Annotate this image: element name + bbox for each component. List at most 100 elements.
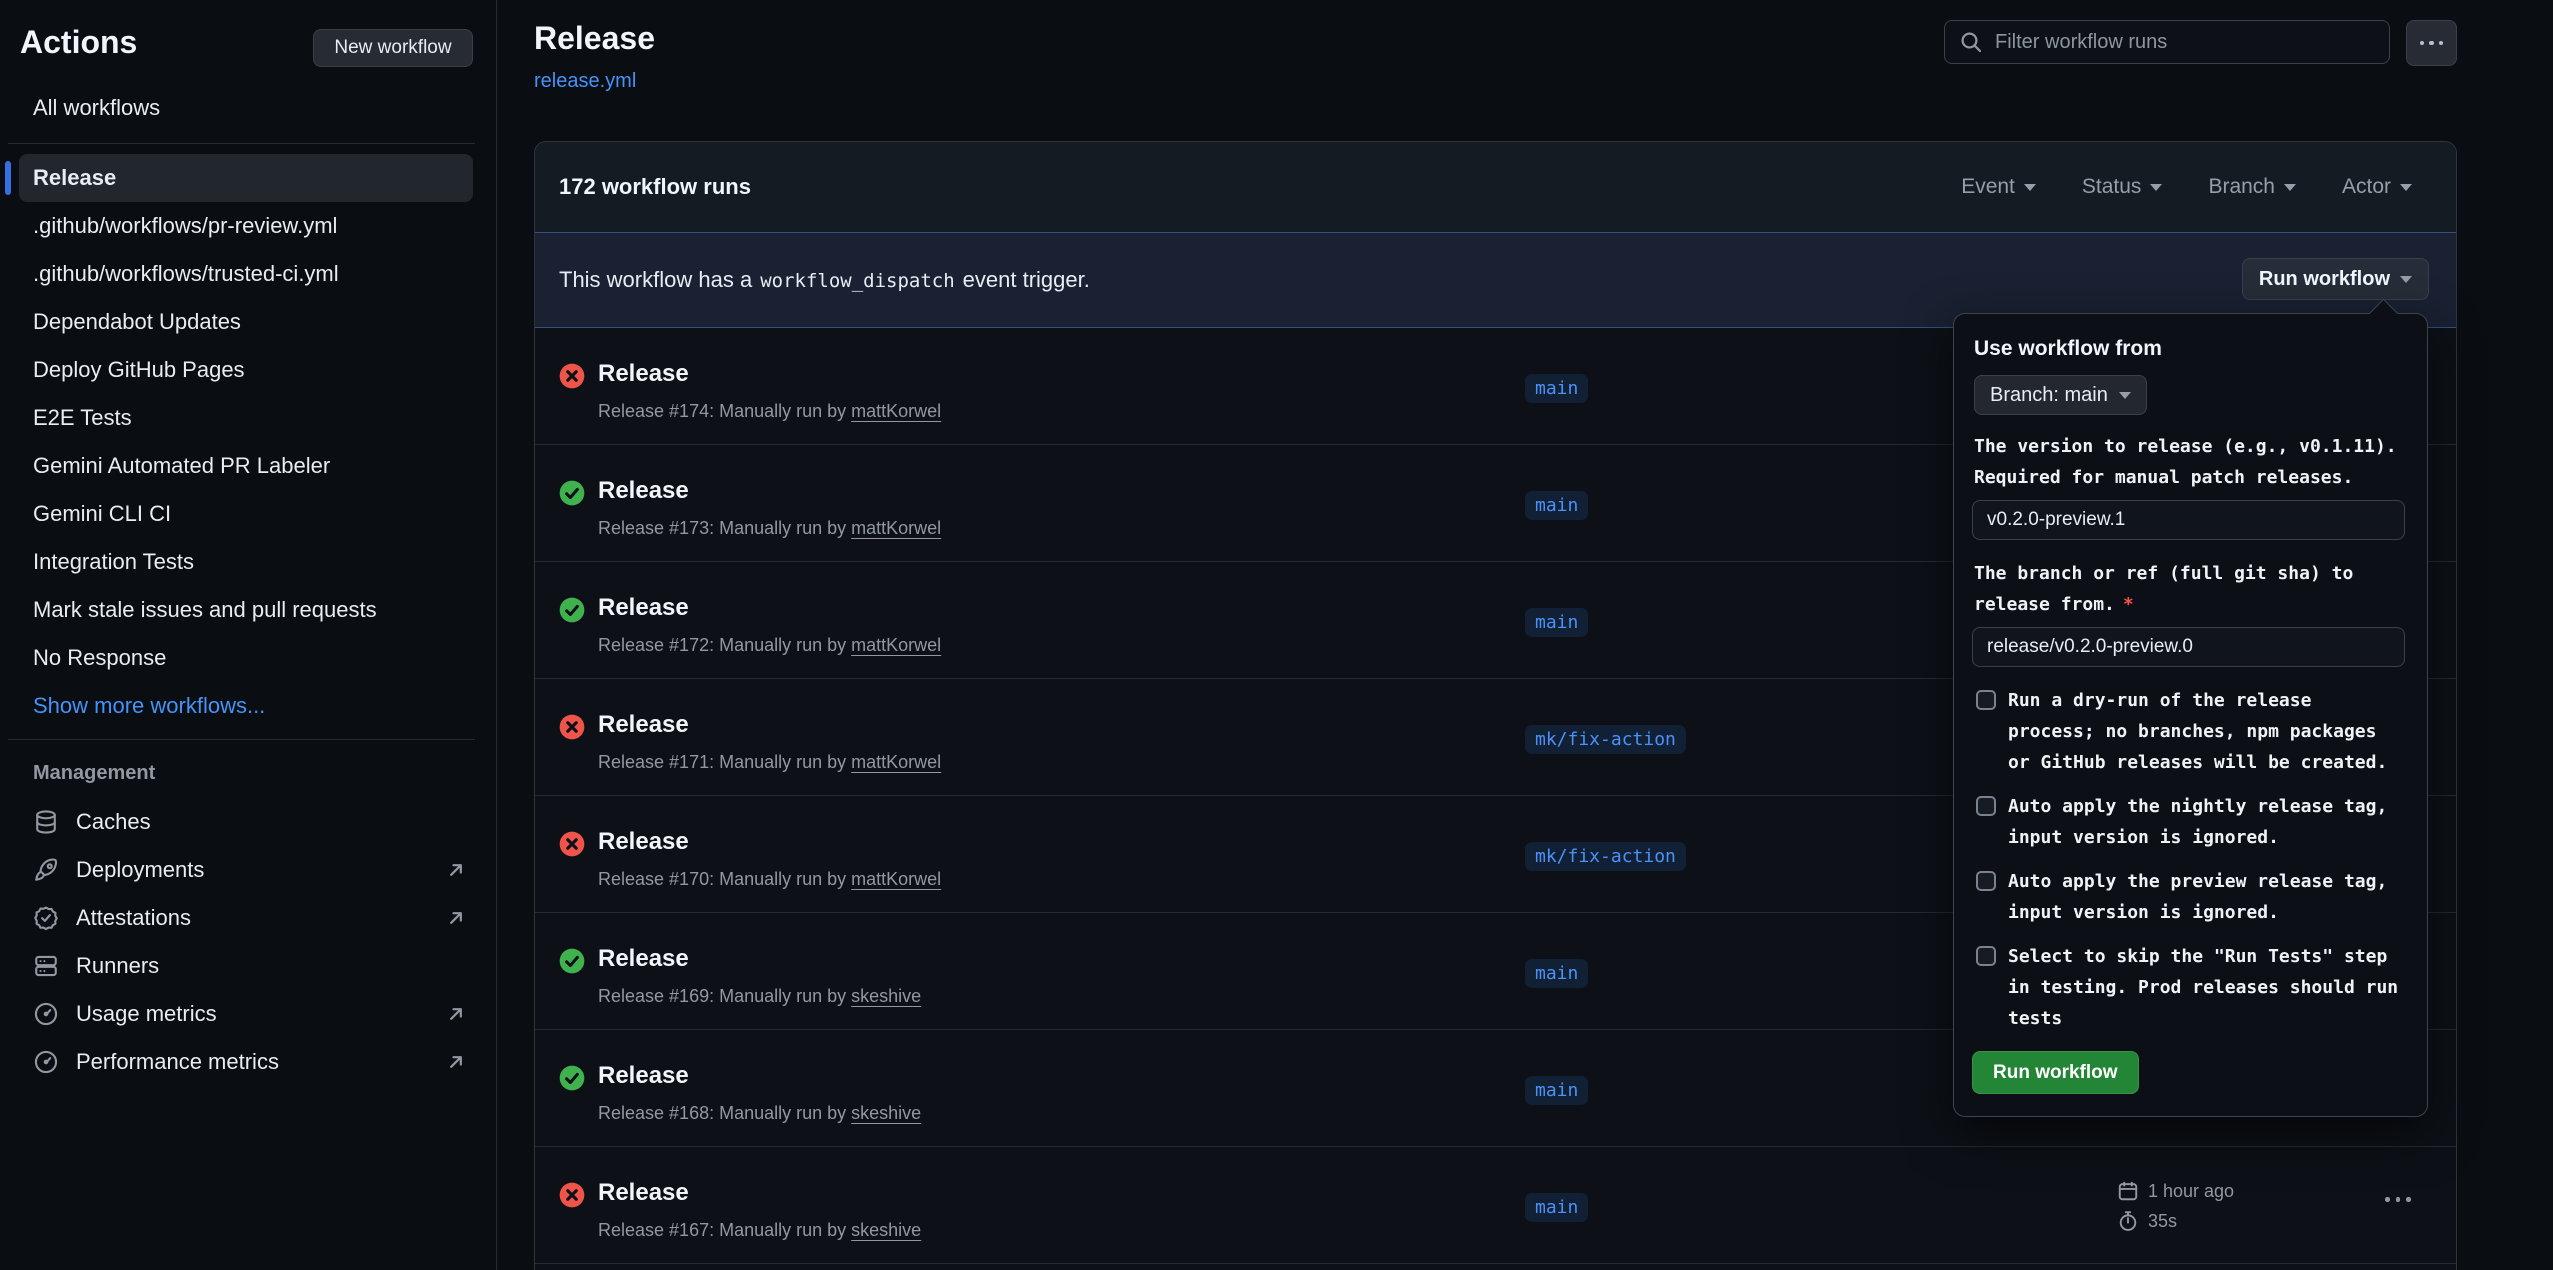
run-description: Release #169: Manually run by skeshive xyxy=(598,982,921,1010)
sidebar-management-item[interactable]: Deployments xyxy=(19,846,473,894)
branch-badge[interactable]: mk/fix-action xyxy=(1525,842,1686,871)
popover-checkbox-option: Run a dry-run of the releaseprocess; no … xyxy=(1976,685,2406,778)
runs-list-header: 172 workflow runs Event Status Branch Ac… xyxy=(535,142,2456,232)
popover-checkbox-option: Auto apply the nightly release tag,input… xyxy=(1976,791,2406,853)
sidebar-workflow-item[interactable]: No Response xyxy=(19,634,473,682)
workflow-options-kebab-button[interactable] xyxy=(2406,20,2457,66)
branch-badge[interactable]: mk/fix-action xyxy=(1525,725,1686,754)
sidebar-management-item[interactable]: Caches xyxy=(19,798,473,846)
branch-badge[interactable]: main xyxy=(1525,959,1588,988)
run-title-link[interactable]: Release xyxy=(598,826,689,858)
branch-badge[interactable]: main xyxy=(1525,608,1588,637)
meter-icon xyxy=(33,1001,59,1027)
ref-input[interactable] xyxy=(1972,627,2405,667)
chevron-down-icon xyxy=(2150,184,2162,191)
sidebar-workflow-item[interactable]: Integration Tests xyxy=(19,538,473,586)
actor-link[interactable]: mattKorwel xyxy=(851,869,941,889)
external-link-icon xyxy=(445,907,467,929)
workflow-run-row[interactable]: Release Release #167: Manually run by sk… xyxy=(535,1146,2456,1264)
check-circle-fill-icon xyxy=(559,597,585,623)
run-description: Release #173: Manually run by mattKorwel xyxy=(598,514,941,542)
show-more-workflows-link[interactable]: Show more workflows... xyxy=(19,682,473,730)
rocket-icon xyxy=(33,857,59,883)
popover-checkbox-option: Select to skip the "Run Tests" stepin te… xyxy=(1976,941,2406,1034)
checkbox[interactable] xyxy=(1976,871,1996,891)
checkbox[interactable] xyxy=(1976,690,1996,710)
branch-badge[interactable]: main xyxy=(1525,1076,1588,1105)
server-icon xyxy=(33,953,59,979)
external-link-icon xyxy=(445,1003,467,1025)
runs-filter-branch[interactable]: Branch xyxy=(2208,175,2296,199)
actor-link[interactable]: skeshive xyxy=(851,1103,921,1123)
run-title-link[interactable]: Release xyxy=(598,1177,689,1209)
chevron-down-icon xyxy=(2400,184,2412,191)
workflow-file-link[interactable]: release.yml xyxy=(534,70,636,93)
sidebar-workflow-item[interactable]: Mark stale issues and pull requests xyxy=(19,586,473,634)
required-asterisk: * xyxy=(2123,594,2134,615)
sidebar-management-item[interactable]: Attestations xyxy=(19,894,473,942)
run-options-kebab-button[interactable] xyxy=(2385,1197,2411,1202)
run-workflow-dropdown-button[interactable]: Run workflow xyxy=(2242,258,2429,300)
sidebar-workflow-item[interactable]: Gemini Automated PR Labeler xyxy=(19,442,473,490)
x-circle-fill-icon xyxy=(559,1182,585,1208)
kebab-icon xyxy=(2420,41,2425,46)
version-field-label: The version to release (e.g., v0.1.11). … xyxy=(1974,431,2410,493)
sidebar-management-item[interactable]: Runners xyxy=(19,942,473,990)
checkbox-label: Select to skip the "Run Tests" stepin te… xyxy=(2008,941,2398,1034)
actions-sidebar: Actions New workflow All workflows Relea… xyxy=(0,0,497,1270)
actor-link[interactable]: skeshive xyxy=(851,1220,921,1240)
version-input[interactable] xyxy=(1972,500,2405,540)
run-title-link[interactable]: Release xyxy=(598,592,689,624)
run-meta: 1 hour ago 35s xyxy=(2117,1176,2234,1236)
actor-link[interactable]: skeshive xyxy=(851,986,921,1006)
check-circle-fill-icon xyxy=(559,480,585,506)
run-title-link[interactable]: Release xyxy=(598,475,689,507)
sidebar-workflow-item[interactable]: Gemini CLI CI xyxy=(19,490,473,538)
stopwatch-icon xyxy=(2117,1210,2139,1232)
sidebar-workflow-item[interactable]: Dependabot Updates xyxy=(19,298,473,346)
sidebar-workflow-item[interactable]: .github/workflows/pr-review.yml xyxy=(19,202,473,250)
chevron-down-icon xyxy=(2284,184,2296,191)
sidebar-workflow-item[interactable]: E2E Tests xyxy=(19,394,473,442)
branch-badge[interactable]: main xyxy=(1525,491,1588,520)
runs-filter-status[interactable]: Status xyxy=(2082,175,2163,199)
run-workflow-submit-button[interactable]: Run workflow xyxy=(1972,1051,2139,1094)
sidebar-workflow-item-selected[interactable]: Release xyxy=(19,154,473,202)
sidebar-management-item[interactable]: Usage metrics xyxy=(19,990,473,1038)
branch-badge[interactable]: main xyxy=(1525,374,1588,403)
management-section-label: Management xyxy=(33,762,155,785)
runs-filter-event[interactable]: Event xyxy=(1961,175,2036,199)
actor-link[interactable]: mattKorwel xyxy=(851,401,941,421)
actor-link[interactable]: mattKorwel xyxy=(851,518,941,538)
run-title-link[interactable]: Release xyxy=(598,709,689,741)
run-description: Release #174: Manually run by mattKorwel xyxy=(598,397,941,425)
run-workflow-popover: Use workflow from Branch: main The versi… xyxy=(1953,313,2428,1117)
ref-field-label: The branch or ref (full git sha) to rele… xyxy=(1974,558,2410,620)
runs-count: 172 workflow runs xyxy=(559,174,751,200)
actor-link[interactable]: mattKorwel xyxy=(851,752,941,772)
sidebar-title: Actions xyxy=(20,24,137,61)
run-description: Release #167: Manually run by skeshive xyxy=(598,1216,921,1244)
new-workflow-button[interactable]: New workflow xyxy=(313,29,473,67)
checkbox[interactable] xyxy=(1976,946,1996,966)
actor-link[interactable]: mattKorwel xyxy=(851,635,941,655)
run-description: Release #168: Manually run by skeshive xyxy=(598,1099,921,1127)
sidebar-workflow-item[interactable]: Deploy GitHub Pages xyxy=(19,346,473,394)
chevron-down-icon xyxy=(2024,184,2036,191)
x-circle-fill-icon xyxy=(559,363,585,389)
sidebar-item-all-workflows[interactable]: All workflows xyxy=(20,88,486,128)
search-icon xyxy=(1959,30,1983,54)
branch-badge[interactable]: main xyxy=(1525,1193,1588,1222)
workflow-list: Release .github/workflows/pr-review.yml … xyxy=(19,154,473,730)
sidebar-workflow-item[interactable]: .github/workflows/trusted-ci.yml xyxy=(19,250,473,298)
branch-selector-button[interactable]: Branch: main xyxy=(1974,375,2147,415)
filter-workflow-runs-box[interactable] xyxy=(1944,20,2390,64)
run-title-link[interactable]: Release xyxy=(598,358,689,390)
runs-filter-actor[interactable]: Actor xyxy=(2342,175,2412,199)
filter-workflow-runs-input[interactable] xyxy=(1993,30,2357,55)
run-title-link[interactable]: Release xyxy=(598,1060,689,1092)
checkbox[interactable] xyxy=(1976,796,1996,816)
external-link-icon xyxy=(445,859,467,881)
run-title-link[interactable]: Release xyxy=(598,943,689,975)
sidebar-management-item[interactable]: Performance metrics xyxy=(19,1038,473,1086)
